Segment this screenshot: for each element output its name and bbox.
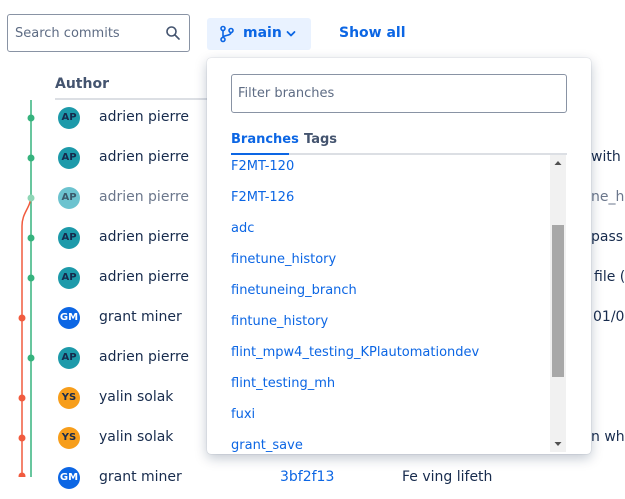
scroll-up-arrow-icon[interactable] <box>550 155 566 171</box>
avatar: AP <box>58 227 80 249</box>
branch-item[interactable]: fuxi <box>231 405 549 436</box>
commit-author: adrien pierre <box>99 149 190 165</box>
show-all-link[interactable]: Show all <box>339 25 406 41</box>
commit-message: ne_his <box>591 189 625 205</box>
commit-author: adrien pierre <box>99 229 190 245</box>
branch-item[interactable]: flint_testing_mh <box>231 374 549 405</box>
avatar: AP <box>58 267 80 289</box>
commit-author: adrien pierre <box>99 109 190 125</box>
avatar: AP <box>58 147 80 169</box>
search-commits-input[interactable] <box>8 15 165 51</box>
branch-dropdown: Branches Tags F2MT-120 F2MT-126 adc fine… <box>207 58 591 454</box>
git-branch-icon <box>220 25 234 43</box>
avatar: YS <box>58 427 80 449</box>
commit-row[interactable]: GM grant miner 3bf2f13 Fe ving lifeth <box>0 459 625 499</box>
commit-author: yalin solak <box>99 429 174 445</box>
commit-author: grant miner <box>99 469 182 485</box>
branch-item[interactable]: fintune_history <box>231 312 549 343</box>
avatar: AP <box>58 187 80 209</box>
scroll-down-arrow-icon[interactable] <box>550 436 566 452</box>
branch-list: F2MT-120 F2MT-126 adc finetune_history f… <box>231 155 549 452</box>
avatar: AP <box>58 347 80 369</box>
avatar: YS <box>58 387 80 409</box>
avatar: GM <box>58 467 80 489</box>
branch-item[interactable]: F2MT-126 <box>231 188 549 219</box>
search-icon[interactable] <box>165 25 181 41</box>
commit-author: adrien pierre <box>99 269 190 285</box>
branch-item[interactable]: F2MT-120 <box>231 157 549 188</box>
search-commits-box[interactable] <box>7 14 190 52</box>
dropdown-tabs: Branches Tags <box>231 130 567 155</box>
branch-selector-button[interactable]: main <box>207 18 311 50</box>
branch-list-scrollbar[interactable] <box>550 155 566 452</box>
commit-author: adrien pierre <box>99 189 190 205</box>
commit-message: pass p <box>591 229 625 245</box>
commit-author: grant miner <box>99 309 182 325</box>
commit-message: with pa <box>591 149 625 165</box>
avatar: AP <box>58 107 80 129</box>
commit-hash-link[interactable]: 3bf2f13 <box>280 469 334 485</box>
commit-message: Fe ving lifeth <box>402 469 493 485</box>
commit-message: file (n <box>594 269 625 285</box>
branch-item[interactable]: flint_mpw4_testing_KPlautomationdev <box>231 343 549 374</box>
tab-tags[interactable]: Tags <box>304 132 337 147</box>
commit-author: yalin solak <box>99 389 174 405</box>
branch-item[interactable]: adc <box>231 219 549 250</box>
chevron-down-icon <box>286 31 296 37</box>
commit-date: 01/06 <box>593 309 625 325</box>
current-branch-label: main <box>243 25 282 41</box>
branch-item[interactable]: finetune_history <box>231 250 549 281</box>
branch-item[interactable]: grant_save <box>231 436 549 452</box>
author-column-header: Author <box>55 76 109 92</box>
commit-message: n wher <box>591 429 625 445</box>
commit-author: adrien pierre <box>99 349 190 365</box>
avatar: GM <box>58 307 80 329</box>
tab-branches[interactable]: Branches <box>231 132 299 147</box>
branch-item[interactable]: finetuneing_branch <box>231 281 549 312</box>
scrollbar-thumb[interactable] <box>552 225 564 377</box>
filter-branches-input[interactable] <box>231 74 567 113</box>
